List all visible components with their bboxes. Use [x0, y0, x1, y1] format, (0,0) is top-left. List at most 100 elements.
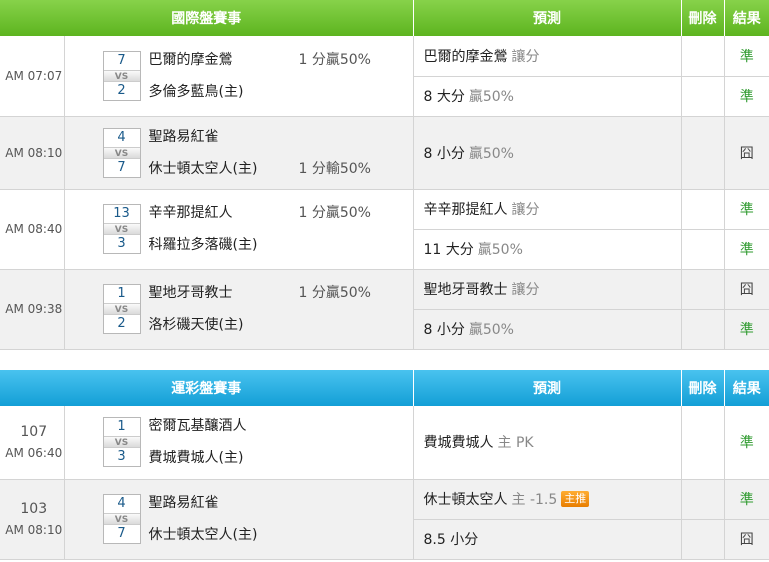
- vs-divider: VS: [103, 436, 140, 449]
- delete-cell[interactable]: [681, 479, 725, 520]
- home-team: 休士頓太空人(主): [149, 519, 409, 551]
- vs-divider: VS: [103, 303, 140, 315]
- prediction-cell: 8 大分 贏50%: [413, 76, 682, 117]
- match-cell: 7 VS 2 巴爾的摩金鶯 1 分贏50% 多倫多藍鳥(主): [64, 36, 414, 117]
- prediction-cell: 休士頓太空人主 -1.5 主推: [413, 479, 682, 520]
- away-team: 巴爾的摩金鶯 1 分贏50%: [149, 44, 409, 76]
- home-score: 3: [117, 236, 126, 251]
- prediction-pick: 巴爾的摩金鶯: [423, 48, 508, 65]
- match-time: AM 08:40: [5, 222, 63, 236]
- lottery-body-table: 107 AM 06:40 1 VS 3 密爾瓦基釀酒人 費城費城人(主) 費城費城人主 PK 準…: [0, 406, 769, 560]
- score-box: 7 VS 2: [102, 50, 141, 101]
- away-team-name: 辛辛那提紅人: [148, 205, 233, 221]
- result-cell: 準: [724, 309, 769, 350]
- match-time: AM 09:38: [5, 302, 63, 316]
- table-row: AM 08:10 4 VS 7 聖路易紅雀 休士頓太空人(主) 1 分輸50% 8 小分 贏50…: [0, 116, 769, 190]
- match-time-cell: 107 AM 06:40: [0, 406, 65, 480]
- result-cell: 囧: [724, 269, 769, 310]
- away-team-name: 聖地牙哥教士: [148, 285, 233, 301]
- prediction-pick: 11 大分: [423, 242, 474, 258]
- prediction-type: 贏50%: [468, 89, 514, 105]
- intl-header-row: 國際盤賽事 預測 刪除 結果: [0, 0, 769, 36]
- away-score: 1: [117, 286, 126, 301]
- table-row: AM 09:38 1 VS 2 聖地牙哥教士 1 分贏50% 洛杉磯天使(主) 聖地牙哥教士讓…: [0, 269, 769, 350]
- delete-cell[interactable]: [681, 189, 725, 230]
- delete-cell[interactable]: [681, 269, 725, 310]
- prediction-pick: 休士頓太空人: [423, 492, 508, 508]
- delete-cell[interactable]: [681, 76, 725, 117]
- prediction-pick: 8.5 小分: [423, 532, 479, 548]
- main-pick-badge: 主推: [561, 491, 590, 507]
- home-team-name: 多倫多藍鳥(主): [148, 83, 244, 100]
- delete-cell[interactable]: [681, 519, 725, 560]
- prediction-type: 讓分: [511, 202, 540, 218]
- delete-cell[interactable]: [681, 309, 725, 350]
- away-handicap: 1 分贏50%: [298, 205, 371, 221]
- teams: 聖地牙哥教士 1 分贏50% 洛杉磯天使(主): [149, 277, 409, 341]
- away-team-name: 密爾瓦基釀酒人: [148, 418, 247, 435]
- away-team: 聖路易紅雀: [149, 121, 409, 153]
- home-team-name: 費城費城人(主): [148, 450, 244, 467]
- away-team: 辛辛那提紅人 1 分贏50%: [149, 197, 409, 229]
- match-time: AM 06:40: [5, 446, 63, 461]
- intl-section-title: 國際盤賽事: [0, 0, 414, 36]
- prediction-pick: 聖地牙哥教士: [423, 282, 508, 298]
- match-time-cell: AM 08:10: [0, 116, 65, 190]
- delete-cell[interactable]: [681, 36, 725, 77]
- table-row: AM 07:07 7 VS 2 巴爾的摩金鶯 1 分贏50% 多倫多藍鳥(主) 巴爾的摩金鶯讓…: [0, 36, 769, 117]
- prediction-pick: 8 小分: [423, 145, 465, 162]
- vs-divider: VS: [103, 513, 140, 525]
- home-team: 多倫多藍鳥(主): [149, 76, 409, 108]
- home-handicap: 1 分輸50%: [298, 160, 371, 177]
- prediction-pick: 辛辛那提紅人: [423, 202, 508, 218]
- prediction-cell: 費城費城人主 PK: [413, 406, 682, 480]
- away-score: 4: [117, 496, 126, 511]
- prediction-type: 主 PK: [497, 435, 534, 452]
- away-handicap: 1 分贏50%: [298, 285, 371, 301]
- intl-table: 國際盤賽事 預測 刪除 結果: [0, 0, 769, 36]
- away-team-name: 巴爾的摩金鶯: [148, 51, 233, 68]
- away-team-name: 聖路易紅雀: [148, 495, 219, 511]
- prediction-type: 贏50%: [468, 145, 514, 162]
- prediction-cell: 8 小分 贏50%: [413, 116, 682, 190]
- vs-divider: VS: [103, 223, 140, 235]
- away-team: 聖地牙哥教士 1 分贏50%: [149, 277, 409, 309]
- result-cell: 準: [724, 229, 769, 270]
- match-time-cell: AM 08:40: [0, 189, 65, 270]
- table-row: 107 AM 06:40 1 VS 3 密爾瓦基釀酒人 費城費城人(主) 費城費城人主 PK 準: [0, 406, 769, 480]
- table-row: AM 08:40 13 VS 3 辛辛那提紅人 1 分贏50% 科羅拉多落磯(主) 辛辛那提紅…: [0, 189, 769, 270]
- prediction-type: 讓分: [511, 48, 540, 65]
- prediction-type: 讓分: [511, 282, 540, 298]
- delete-cell[interactable]: [681, 406, 725, 480]
- prediction-cell: 8.5 小分: [413, 519, 682, 560]
- away-team: 密爾瓦基釀酒人: [149, 410, 409, 442]
- prediction-column-header: 預測: [413, 370, 682, 406]
- delete-column-header: 刪除: [681, 370, 725, 406]
- teams: 聖路易紅雀休士頓太空人(主) 1 分輸50%: [149, 121, 409, 185]
- delete-column-header: 刪除: [681, 0, 725, 36]
- home-team: 休士頓太空人(主) 1 分輸50%: [149, 153, 409, 185]
- home-team: 科羅拉多落磯(主): [149, 229, 409, 261]
- teams: 巴爾的摩金鶯 1 分贏50% 多倫多藍鳥(主): [149, 44, 409, 108]
- match-time: AM 08:10: [5, 523, 63, 537]
- teams: 辛辛那提紅人 1 分贏50% 科羅拉多落磯(主): [149, 197, 409, 261]
- result-cell: 準: [724, 479, 769, 520]
- lottery-header-row: 運彩盤賽事 預測 刪除 結果: [0, 370, 769, 406]
- home-team-name: 科羅拉多落磯(主): [148, 237, 258, 253]
- table-row: 103 AM 08:10 4 VS 7 聖路易紅雀 休士頓太空人(主) 休士頓太空人主 -1.…: [0, 479, 769, 560]
- prediction-type: 贏50%: [468, 322, 514, 338]
- home-score: 3: [117, 449, 126, 465]
- match-cell: 4 VS 7 聖路易紅雀休士頓太空人(主): [64, 479, 414, 560]
- result-cell: 準: [724, 76, 769, 117]
- home-team-name: 休士頓太空人(主): [148, 160, 258, 177]
- home-score: 7: [117, 526, 126, 541]
- prediction-pick: 費城費城人: [423, 435, 494, 452]
- delete-cell[interactable]: [681, 229, 725, 270]
- vs-divider: VS: [103, 69, 140, 82]
- prediction-cell: 11 大分 贏50%: [413, 229, 682, 270]
- delete-cell[interactable]: [681, 116, 725, 190]
- result-cell: 準: [724, 189, 769, 230]
- prediction-type: 贏50%: [477, 242, 523, 258]
- home-score: 2: [117, 316, 126, 331]
- lottery-table: 運彩盤賽事 預測 刪除 結果: [0, 370, 769, 406]
